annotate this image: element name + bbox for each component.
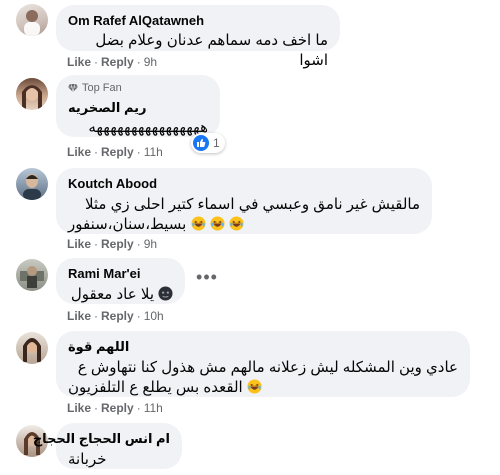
separator-dot: · bbox=[94, 55, 99, 69]
comment-actions: Like · Reply · 11h bbox=[67, 145, 163, 159]
like-link[interactable]: Like bbox=[67, 237, 91, 251]
separator-dot: · bbox=[136, 237, 141, 251]
comment-bubble: Koutch Abood مالقيش غير نامق وعبسي في اس… bbox=[56, 168, 432, 234]
reply-link[interactable]: Reply bbox=[101, 237, 134, 251]
avatar[interactable] bbox=[16, 259, 48, 291]
like-link[interactable]: Like bbox=[67, 55, 91, 69]
comment-time[interactable]: 9h bbox=[144, 237, 157, 251]
diamond-icon bbox=[68, 83, 78, 93]
comment-text-line: القعده بس يطلع ع التلفزيون bbox=[68, 378, 458, 398]
avatar[interactable] bbox=[16, 332, 48, 364]
laughing-emoji bbox=[229, 216, 244, 233]
reply-link[interactable]: Reply bbox=[101, 401, 134, 415]
comment-actions: Like · Reply · 11h bbox=[67, 401, 163, 415]
reaction-count: 1 bbox=[213, 136, 220, 150]
comment-text: يلا عاد معقول bbox=[70, 286, 154, 303]
separator-dot: · bbox=[94, 145, 99, 159]
comment-time[interactable]: 10h bbox=[144, 309, 164, 323]
reply-link[interactable]: Reply bbox=[101, 309, 134, 323]
comment-text-line: بسيط،سنان،سنفور bbox=[68, 216, 187, 233]
comment-actions: Like · Reply · 10h bbox=[67, 309, 164, 323]
avatar-image bbox=[23, 174, 41, 200]
avatar-image bbox=[23, 338, 41, 362]
separator-dot: · bbox=[94, 401, 99, 415]
separator-dot: · bbox=[94, 237, 99, 251]
reaction-summary[interactable]: 1 bbox=[191, 133, 225, 153]
comment-bubble: Om Rafef AlQatawneh ما اخف دمه سماهم عدن… bbox=[56, 5, 340, 69]
top-fan-label: Top Fan bbox=[82, 82, 122, 94]
top-fan-badge[interactable]: Top Fan bbox=[68, 81, 208, 95]
avatar[interactable] bbox=[16, 78, 48, 110]
comment-author[interactable]: Koutch Abood bbox=[68, 176, 420, 192]
comment-text-line: مالقيش غير نامق وعبسي في اسماء كتير احلى… bbox=[84, 196, 420, 213]
dark-face-emoji bbox=[158, 285, 173, 305]
reply-link[interactable]: Reply bbox=[101, 145, 134, 159]
comment-bubble: Top Fan ريم الصخريه ههههههههههههههههه bbox=[56, 75, 220, 137]
avatar-image bbox=[24, 10, 40, 36]
laughing-emoji bbox=[243, 379, 262, 396]
comment-text-line: بسيط،سنان،سنفور bbox=[68, 215, 420, 235]
separator-dot: · bbox=[136, 145, 141, 159]
comment-actions: Like · Reply · 9h bbox=[67, 237, 157, 251]
comment-actions: Like · Reply · 9h bbox=[67, 55, 157, 69]
comment-text: ههههههههههههههههه bbox=[88, 119, 208, 136]
comment-bubble: Rami Mar'ei يلا عاد معقول bbox=[56, 258, 185, 304]
comment-author[interactable]: ام انس الحجاج الحجاج bbox=[33, 431, 170, 447]
like-icon bbox=[193, 135, 209, 151]
more-options-button[interactable]: ••• bbox=[193, 267, 221, 295]
like-link[interactable]: Like bbox=[67, 309, 91, 323]
like-link[interactable]: Like bbox=[67, 401, 91, 415]
separator-dot: · bbox=[136, 401, 141, 415]
separator-dot: · bbox=[136, 55, 141, 69]
comment-text-row: يلا عاد معقول bbox=[68, 285, 173, 305]
avatar[interactable] bbox=[16, 4, 48, 36]
comment-text: خربانة bbox=[68, 451, 107, 468]
separator-dot: · bbox=[94, 309, 99, 323]
comment-author[interactable]: Om Rafef AlQatawneh bbox=[68, 13, 328, 29]
comment-bubble: اللهم قوة عادي وين المشكله ليش زعلانه ما… bbox=[56, 331, 470, 397]
comment-author[interactable]: ريم الصخريه bbox=[68, 100, 208, 116]
reply-link[interactable]: Reply bbox=[101, 55, 134, 69]
comment-author[interactable]: Rami Mar'ei bbox=[68, 266, 173, 282]
comment-bubble: ام انس الحجاج الحجاج خربانة bbox=[33, 423, 182, 469]
comment-author[interactable]: اللهم قوة bbox=[68, 339, 458, 355]
laughing-emoji bbox=[210, 216, 229, 233]
separator-dot: · bbox=[136, 309, 141, 323]
comment-time[interactable]: 9h bbox=[144, 55, 157, 69]
comment-time[interactable]: 11h bbox=[144, 145, 163, 159]
avatar-image bbox=[22, 85, 42, 110]
avatar-image bbox=[20, 266, 44, 288]
comment-text-line: عادي وين المشكله ليش زعلانه مالهم مش هذو… bbox=[77, 359, 458, 376]
laughing-emoji bbox=[186, 216, 209, 233]
avatar[interactable] bbox=[16, 168, 48, 200]
comment-time[interactable]: 11h bbox=[144, 401, 163, 415]
like-link[interactable]: Like bbox=[67, 145, 91, 159]
comment-text-line: القعده بس يطلع ع التلفزيون bbox=[68, 379, 243, 396]
